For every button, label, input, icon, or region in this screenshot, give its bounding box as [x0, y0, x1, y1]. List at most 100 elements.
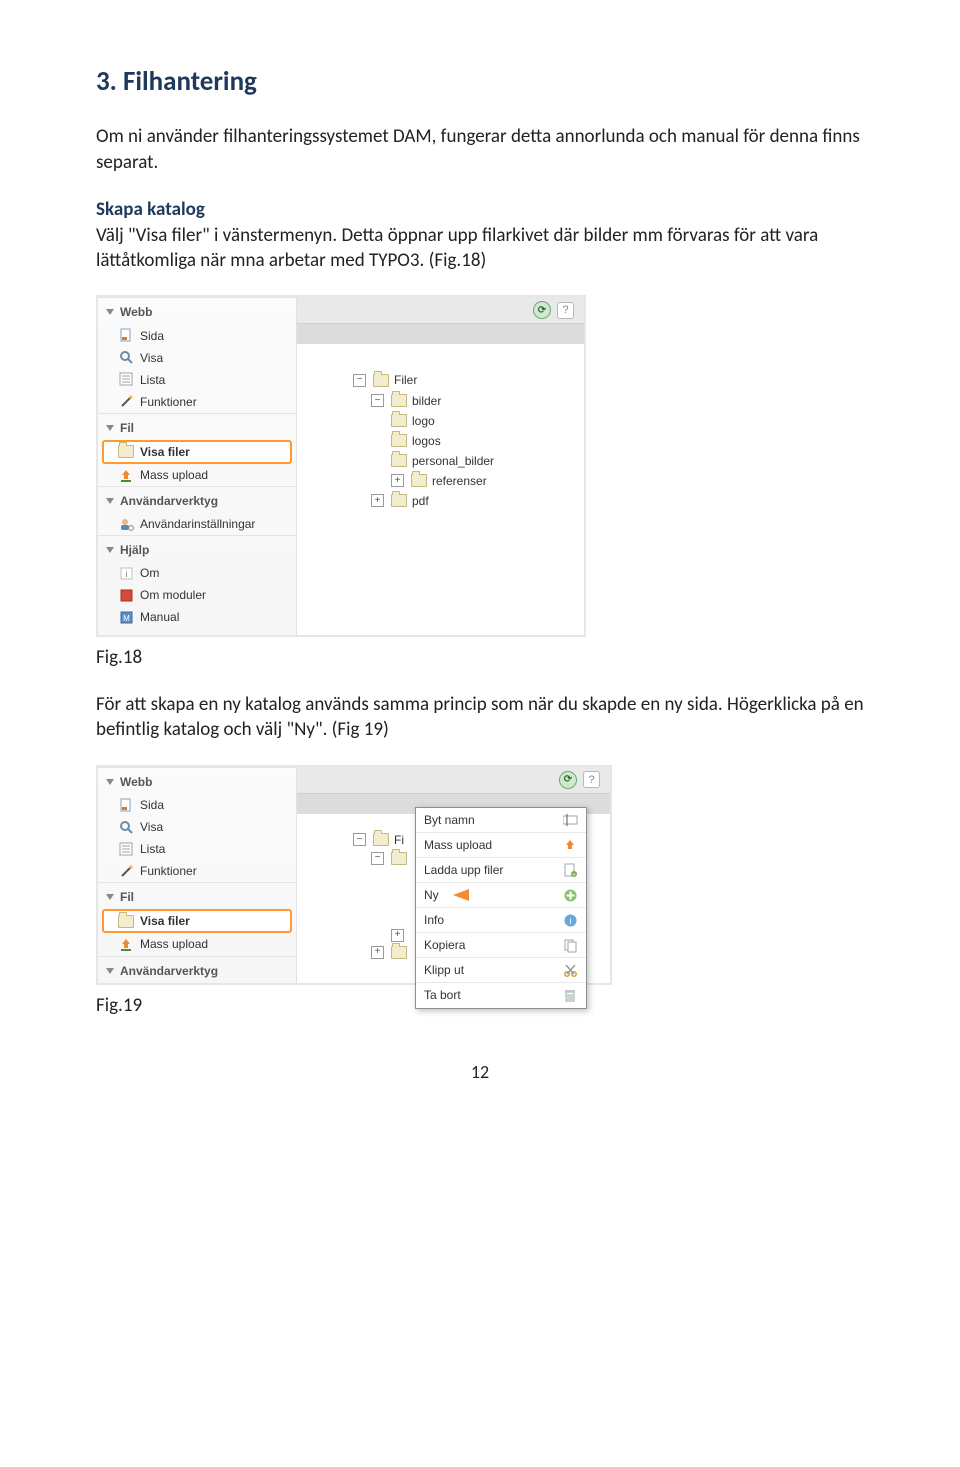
expand-plus-icon[interactable]: +: [371, 946, 384, 959]
subheading: Skapa katalog: [96, 197, 864, 222]
wand-icon: [118, 863, 134, 879]
ctx-klipp-ut[interactable]: Klipp ut: [416, 958, 586, 983]
folder-icon: [391, 454, 407, 467]
menu-sida[interactable]: Sida: [98, 325, 296, 347]
page-icon: [118, 328, 134, 344]
menu-om-moduler[interactable]: Om moduler: [98, 584, 296, 606]
collapse-icon: [106, 547, 114, 553]
collapse-icon: [106, 498, 114, 504]
collapse-minus-icon[interactable]: −: [371, 394, 384, 407]
ctx-info[interactable]: Infoi: [416, 908, 586, 933]
module-webb[interactable]: Webb: [98, 767, 296, 794]
svg-text:+: +: [572, 872, 576, 878]
arrow-left-icon: [453, 889, 469, 901]
folder-tree: −Filer −bilder logo logos personal_bilde…: [297, 344, 584, 527]
menu-om[interactable]: iOm: [98, 562, 296, 584]
module-fil[interactable]: Fil: [98, 413, 296, 440]
collapse-minus-icon[interactable]: −: [371, 852, 384, 865]
wand-icon: [118, 394, 134, 410]
folder-icon: [411, 474, 427, 487]
ctx-ny[interactable]: Ny: [416, 883, 586, 908]
module-anv-verktyg[interactable]: Användarverktyg: [98, 956, 296, 983]
folder-icon: [391, 414, 407, 427]
screenshot-fig19: Webb Sida Visa Lista Funktioner Fil Visa…: [96, 765, 612, 985]
module-hjalp[interactable]: Hjälp: [98, 535, 296, 562]
ctx-ta-bort[interactable]: Ta bort: [416, 983, 586, 1007]
tree-logo[interactable]: logo: [353, 411, 584, 431]
manual-icon: M: [118, 609, 134, 625]
content-topbar: ⟳ ?: [297, 297, 584, 323]
menu-visa-filer[interactable]: Visa filer: [102, 440, 292, 464]
menu-sida[interactable]: Sida: [98, 794, 296, 816]
svg-text:M: M: [123, 614, 130, 623]
collapse-icon: [106, 779, 114, 785]
collapse-icon: [106, 425, 114, 431]
collapse-minus-icon[interactable]: −: [353, 374, 366, 387]
tree-filer[interactable]: −Filer: [353, 370, 584, 390]
collapse-minus-icon[interactable]: −: [353, 833, 366, 846]
menu-lista[interactable]: Lista: [98, 838, 296, 860]
ctx-kopiera[interactable]: Kopiera: [416, 933, 586, 958]
list-icon: [118, 841, 134, 857]
subheading-text: Välj "Visa filer" i vänstermenyn. Detta …: [96, 224, 818, 272]
upload-icon: [118, 936, 134, 952]
upload-icon: [118, 467, 134, 483]
modules-icon: [118, 587, 134, 603]
help-icon[interactable]: ?: [557, 302, 574, 319]
expand-plus-icon[interactable]: +: [371, 494, 384, 507]
copy-icon: [562, 937, 578, 953]
menu-mass-upload[interactable]: Mass upload: [98, 933, 296, 955]
content-area: ⟳ ? −Filer −bilder logo logos personal_b…: [297, 297, 584, 634]
module-fil[interactable]: Fil: [98, 882, 296, 909]
expand-plus-icon[interactable]: +: [391, 474, 404, 487]
folder-icon: [373, 374, 389, 387]
svg-text:i: i: [125, 569, 127, 579]
menu-lista[interactable]: Lista: [98, 369, 296, 391]
menu-funktioner[interactable]: Funktioner: [98, 391, 296, 413]
folder-icon: [391, 946, 407, 959]
search-icon: [118, 350, 134, 366]
ctx-ladda-upp-filer[interactable]: Ladda upp filer+: [416, 858, 586, 883]
upload-icon: [562, 837, 578, 853]
folder-icon: [373, 833, 389, 846]
tree-logos[interactable]: logos: [353, 431, 584, 451]
menu-mass-upload[interactable]: Mass upload: [98, 464, 296, 486]
typo3-left-nav: Webb Sida Visa Lista Funktioner Fil Visa…: [98, 767, 297, 983]
menu-visa[interactable]: Visa: [98, 816, 296, 838]
user-settings-icon: [118, 516, 134, 532]
module-anv-verktyg[interactable]: Användarverktyg: [98, 486, 296, 513]
page-number: 12: [96, 1060, 864, 1084]
refresh-icon[interactable]: ⟳: [533, 301, 551, 319]
module-webb[interactable]: Webb: [98, 297, 296, 324]
folder-icon: [391, 852, 407, 865]
collapse-icon: [106, 968, 114, 974]
ctx-mass-upload[interactable]: Mass upload: [416, 833, 586, 858]
refresh-icon[interactable]: ⟳: [559, 771, 577, 789]
tree-bilder[interactable]: −bilder: [353, 391, 584, 411]
content-area: ⟳ ? −Fi − + + Byt namn Mass upload Ladda…: [297, 767, 610, 983]
section-heading: 3. Filhantering: [96, 64, 864, 100]
menu-visa-filer[interactable]: Visa filer: [102, 909, 292, 933]
menu-anv-installningar[interactable]: Användarinställningar: [98, 513, 296, 535]
folder-icon: [391, 494, 407, 507]
screenshot-fig18: Webb Sida Visa Lista Funktioner Fil Visa…: [96, 295, 586, 636]
folder-icon: [118, 444, 134, 460]
folder-icon: [391, 434, 407, 447]
ctx-byt-namn[interactable]: Byt namn: [416, 808, 586, 833]
new-icon: [562, 887, 578, 903]
content-topbar: ⟳ ?: [297, 767, 610, 793]
rename-icon: [562, 812, 578, 828]
collapse-icon: [106, 894, 114, 900]
search-icon: [118, 819, 134, 835]
list-icon: [118, 372, 134, 388]
mid-paragraph: För att skapa en ny katalog används samm…: [96, 692, 864, 743]
expand-plus-icon[interactable]: +: [391, 929, 404, 942]
tree-personal-bilder[interactable]: personal_bilder: [353, 451, 584, 471]
tree-referenser[interactable]: +referenser: [353, 471, 584, 491]
menu-funktioner[interactable]: Funktioner: [98, 860, 296, 882]
menu-visa[interactable]: Visa: [98, 347, 296, 369]
menu-manual[interactable]: MManual: [98, 606, 296, 628]
help-icon[interactable]: ?: [583, 771, 600, 788]
page-icon: [118, 797, 134, 813]
tree-pdf[interactable]: +pdf: [353, 491, 584, 511]
